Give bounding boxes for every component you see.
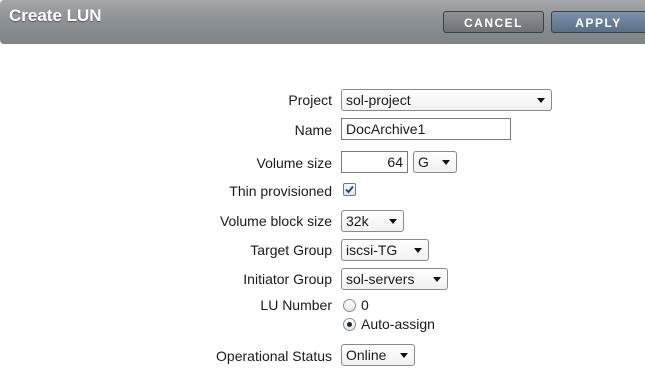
lu-number-radio-auto-assign[interactable] [343, 318, 356, 331]
volume-unit-select[interactable]: G [413, 151, 457, 173]
target-group-value: iscsi-TG [346, 242, 398, 258]
operational-status-select[interactable]: Online [341, 344, 415, 366]
target-group-label: Target Group [250, 242, 332, 258]
chevron-down-icon [400, 353, 408, 358]
chevron-down-icon [433, 277, 441, 282]
initiator-group-value: sol-servers [346, 271, 415, 287]
lu-number-radio-0[interactable] [343, 299, 356, 312]
operational-status-label: Operational Status [216, 348, 332, 364]
chevron-down-icon [414, 248, 422, 253]
project-label: Project [288, 92, 332, 108]
volume-size-field[interactable] [341, 151, 408, 173]
volume-block-size-value: 32k [346, 213, 369, 229]
lu-number-option-auto-assign-label: Auto-assign [361, 316, 435, 332]
chevron-down-icon [389, 219, 397, 224]
checkmark-icon [345, 185, 354, 194]
cancel-button[interactable]: CANCEL [443, 11, 544, 33]
name-field[interactable] [341, 118, 511, 140]
name-label: Name [294, 122, 332, 138]
thin-provisioned-checkbox[interactable] [343, 183, 356, 196]
dialog-titlebar: Create LUN CANCEL APPLY [0, 0, 645, 44]
initiator-group-select[interactable]: sol-servers [341, 268, 448, 290]
chevron-down-icon [442, 160, 450, 165]
lu-number-label: LU Number [260, 297, 332, 313]
volume-unit-value: G [418, 154, 429, 170]
initiator-group-label: Initiator Group [243, 271, 332, 287]
dialog-title: Create LUN [9, 6, 102, 25]
lu-number-option-0-label: 0 [361, 297, 369, 313]
volume-size-label: Volume size [256, 155, 332, 171]
target-group-select[interactable]: iscsi-TG [341, 239, 429, 261]
project-value: sol-project [346, 92, 411, 108]
volume-block-size-select[interactable]: 32k [341, 210, 404, 232]
project-select[interactable]: sol-project [341, 89, 552, 111]
volume-block-size-label: Volume block size [219, 213, 332, 229]
chevron-down-icon [537, 98, 545, 103]
apply-button[interactable]: APPLY [551, 11, 645, 33]
operational-status-value: Online [346, 347, 387, 363]
thin-provisioned-label: Thin provisioned [229, 183, 332, 199]
